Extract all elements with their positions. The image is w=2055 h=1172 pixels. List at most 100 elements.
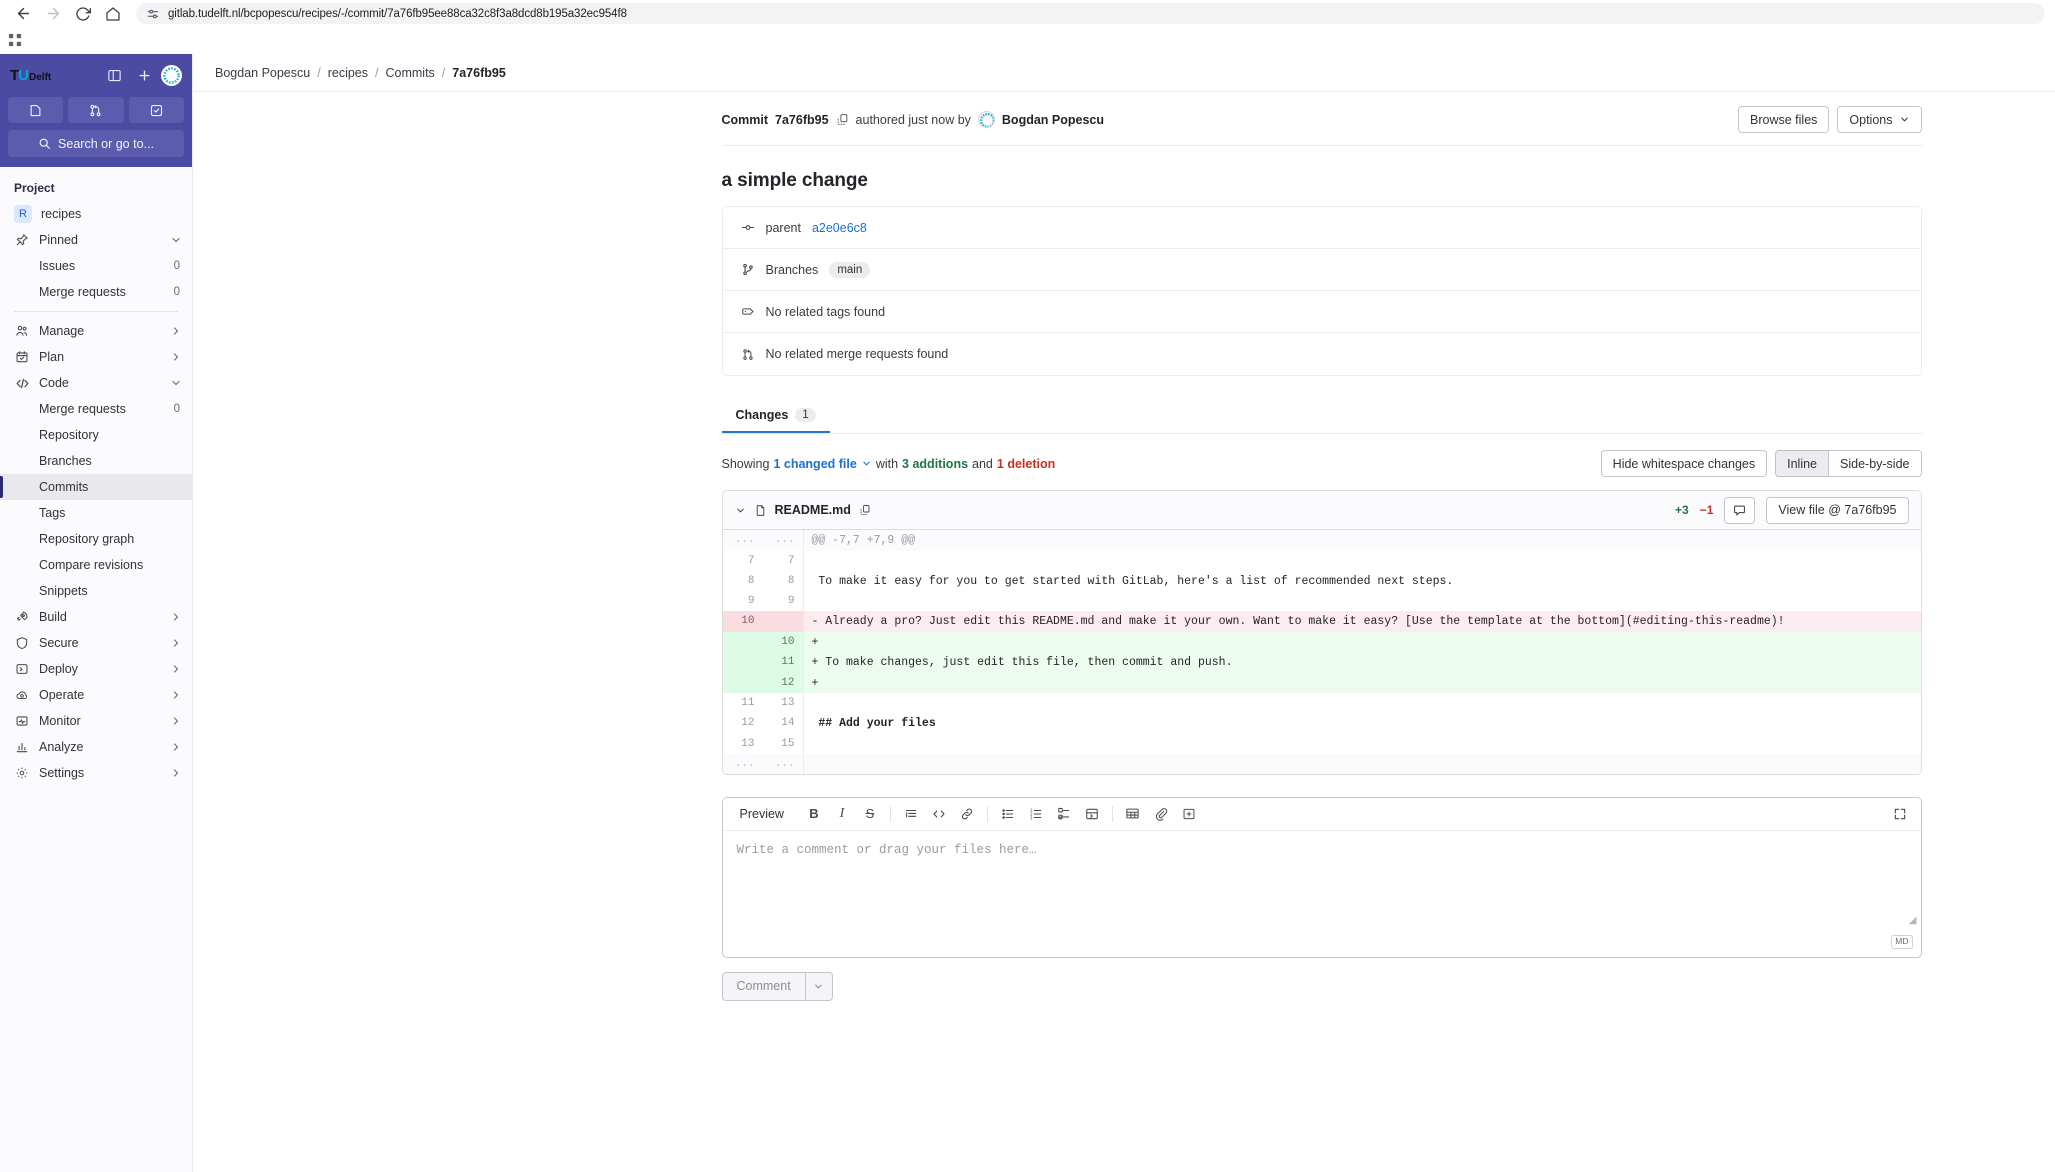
insert-comment-template-icon[interactable] bbox=[1176, 802, 1202, 826]
address-bar[interactable]: gitlab.tudelft.nl/bcpopescu/recipes/-/co… bbox=[136, 3, 2045, 24]
diff-line-added[interactable]: 12 + bbox=[722, 672, 1921, 693]
avatar[interactable] bbox=[977, 111, 995, 128]
chevron-down-icon[interactable] bbox=[861, 458, 872, 469]
sidebar-item-monitor[interactable]: Monitor bbox=[0, 708, 192, 734]
apps-grid-icon[interactable] bbox=[8, 33, 22, 47]
inline-view-button[interactable]: Inline bbox=[1775, 450, 1830, 477]
diff-line-context[interactable]: 11 13 bbox=[723, 693, 1921, 713]
diff-line-context[interactable]: 7 7 bbox=[723, 550, 1921, 571]
sidebar-item-merge-requests[interactable]: Merge requests 0 bbox=[0, 396, 192, 422]
preview-tab[interactable]: Preview bbox=[731, 803, 793, 825]
hide-whitespace-button[interactable]: Hide whitespace changes bbox=[1600, 450, 1768, 477]
diff-line-context[interactable]: 8 8 To make it easy for you to get start… bbox=[723, 570, 1921, 591]
link-icon[interactable] bbox=[954, 802, 980, 826]
chevron-down-icon[interactable] bbox=[170, 234, 182, 246]
breadcrumb-item-commits[interactable]: Commits bbox=[385, 66, 434, 80]
side-by-side-view-button[interactable]: Side-by-side bbox=[1828, 450, 1922, 477]
numbered-list-icon[interactable]: 123 bbox=[1023, 802, 1049, 826]
parent-sha-link[interactable]: a2e0e6c8 bbox=[812, 221, 867, 235]
resize-handle[interactable]: ◢ bbox=[1909, 915, 1917, 926]
copy-path-icon[interactable] bbox=[859, 504, 871, 516]
diff-line-hunk-header[interactable]: ... ... @@ -7,7 +7,9 @@ bbox=[722, 530, 1921, 551]
chevron-right-icon[interactable] bbox=[170, 767, 182, 779]
collapsible-section-icon[interactable] bbox=[1079, 802, 1105, 826]
chevron-right-icon[interactable] bbox=[170, 663, 182, 675]
comment-input[interactable]: Write a comment or drag your files here… bbox=[723, 831, 1921, 931]
sidebar-item-tags[interactable]: Tags bbox=[0, 500, 192, 526]
copy-to-clipboard-icon[interactable] bbox=[836, 113, 849, 126]
chevron-right-icon[interactable] bbox=[170, 715, 182, 727]
browse-files-button[interactable]: Browse files bbox=[1738, 106, 1830, 133]
diff-line-context[interactable]: 13 15 bbox=[723, 733, 1921, 754]
search-input[interactable]: Search or go to... bbox=[8, 130, 184, 157]
chevron-right-icon[interactable] bbox=[170, 637, 182, 649]
merge-request-shortcut[interactable] bbox=[68, 97, 124, 123]
home-icon[interactable] bbox=[100, 1, 126, 27]
site-settings-icon[interactable] bbox=[146, 7, 160, 21]
sidebar-item-repository[interactable]: Repository bbox=[0, 422, 192, 448]
sidebar-item-code[interactable]: Code bbox=[0, 370, 192, 396]
diff-line-removed[interactable]: 10 - Already a pro? Just edit this READM… bbox=[722, 611, 1921, 632]
diff-line-added[interactable]: 10 + bbox=[722, 631, 1921, 652]
todos-shortcut[interactable] bbox=[128, 97, 184, 123]
commit-author-name[interactable]: Bogdan Popescu bbox=[1002, 113, 1104, 127]
chevron-right-icon[interactable] bbox=[170, 325, 182, 337]
chevron-down-icon[interactable] bbox=[170, 377, 182, 389]
forward-arrow-icon[interactable] bbox=[40, 1, 66, 27]
panel-toggle-icon[interactable] bbox=[101, 62, 127, 88]
diff-line-added[interactable]: 11 + To make changes, just edit this fil… bbox=[722, 652, 1921, 673]
branch-badge[interactable]: main bbox=[829, 261, 871, 278]
bulleted-list-icon[interactable] bbox=[995, 802, 1021, 826]
plus-icon[interactable] bbox=[131, 62, 157, 88]
sidebar-item-branches[interactable]: Branches bbox=[0, 448, 192, 474]
table-icon[interactable] bbox=[1120, 802, 1146, 826]
diff-line-expand[interactable]: ... ... bbox=[722, 753, 1921, 774]
sidebar-item-analyze[interactable]: Analyze bbox=[0, 734, 192, 760]
reload-icon[interactable] bbox=[70, 1, 96, 27]
sidebar-item-merge-requests-pinned[interactable]: Merge requests 0 bbox=[0, 279, 192, 305]
fullscreen-icon[interactable] bbox=[1887, 802, 1913, 826]
changed-files-link[interactable]: 1 changed file bbox=[773, 457, 856, 471]
chevron-right-icon[interactable] bbox=[170, 689, 182, 701]
breadcrumb-item-user[interactable]: Bogdan Popescu bbox=[215, 66, 310, 80]
chevron-right-icon[interactable] bbox=[170, 741, 182, 753]
attach-file-icon[interactable] bbox=[1148, 802, 1174, 826]
sidebar-item-build[interactable]: Build bbox=[0, 604, 192, 630]
tab-changes[interactable]: Changes 1 bbox=[721, 398, 830, 433]
sidebar-item-commits[interactable]: Commits bbox=[0, 474, 192, 500]
sidebar-item-operate[interactable]: Operate bbox=[0, 682, 192, 708]
comment-button[interactable]: Comment bbox=[721, 971, 805, 1001]
breadcrumb-item-sha[interactable]: 7a76fb95 bbox=[452, 66, 506, 80]
italic-icon[interactable]: I bbox=[829, 802, 855, 826]
tudelft-logo[interactable]: TU Delft bbox=[10, 67, 51, 84]
strikethrough-icon[interactable]: S bbox=[857, 802, 883, 826]
back-arrow-icon[interactable] bbox=[10, 1, 36, 27]
sidebar-item-repository-graph[interactable]: Repository graph bbox=[0, 526, 192, 552]
sidebar-item-project[interactable]: R recipes bbox=[0, 201, 192, 227]
chevron-right-icon[interactable] bbox=[170, 351, 182, 363]
user-avatar[interactable] bbox=[161, 64, 182, 86]
sidebar-item-issues[interactable]: Issues 0 bbox=[0, 253, 192, 279]
sidebar-item-pinned[interactable]: Pinned bbox=[0, 227, 192, 253]
sidebar-item-snippets[interactable]: Snippets bbox=[0, 578, 192, 604]
chevron-right-icon[interactable] bbox=[170, 611, 182, 623]
issues-shortcut[interactable] bbox=[8, 97, 64, 123]
sidebar-item-manage[interactable]: Manage bbox=[0, 318, 192, 344]
sidebar-item-plan[interactable]: Plan bbox=[0, 344, 192, 370]
sidebar-item-deploy[interactable]: Deploy bbox=[0, 656, 192, 682]
sidebar-item-compare-revisions[interactable]: Compare revisions bbox=[0, 552, 192, 578]
diff-line-context[interactable]: 9 9 bbox=[723, 591, 1921, 611]
diff-file-name[interactable]: README.md bbox=[775, 503, 851, 517]
diff-comment-button[interactable] bbox=[1724, 496, 1756, 524]
task-list-icon[interactable] bbox=[1051, 802, 1077, 826]
sidebar-item-secure[interactable]: Secure bbox=[0, 630, 192, 656]
chevron-down-icon[interactable] bbox=[735, 505, 746, 516]
breadcrumb-item-project[interactable]: recipes bbox=[328, 66, 368, 80]
sidebar-item-settings[interactable]: Settings bbox=[0, 760, 192, 786]
view-file-button[interactable]: View file @ 7a76fb95 bbox=[1766, 496, 1909, 524]
comment-options-chevron-down-icon[interactable] bbox=[804, 971, 833, 1001]
options-button[interactable]: Options bbox=[1837, 106, 1922, 133]
diff-line-context[interactable]: 12 14 ## Add your files bbox=[723, 713, 1921, 734]
blockquote-icon[interactable] bbox=[898, 802, 924, 826]
bold-icon[interactable]: B bbox=[801, 802, 827, 826]
